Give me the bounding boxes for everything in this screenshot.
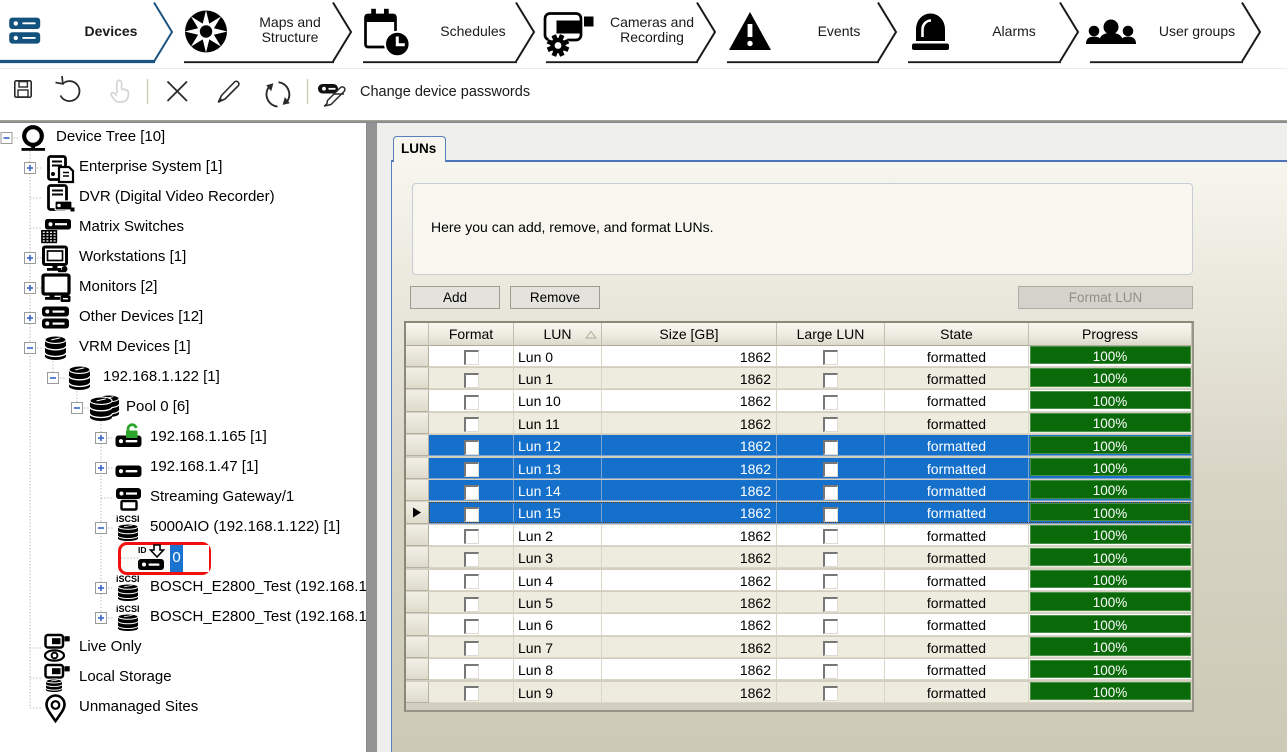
svg-text:User groups: User groups bbox=[1159, 23, 1235, 39]
svg-text:ID: ID bbox=[138, 545, 147, 555]
svg-text:Alarms: Alarms bbox=[992, 23, 1036, 39]
svg-text:iSCSI: iSCSI bbox=[116, 514, 140, 524]
svg-text:Events: Events bbox=[818, 23, 861, 39]
svg-text:iSCSI: iSCSI bbox=[116, 604, 140, 614]
svg-text:iSCSI: iSCSI bbox=[116, 574, 140, 584]
